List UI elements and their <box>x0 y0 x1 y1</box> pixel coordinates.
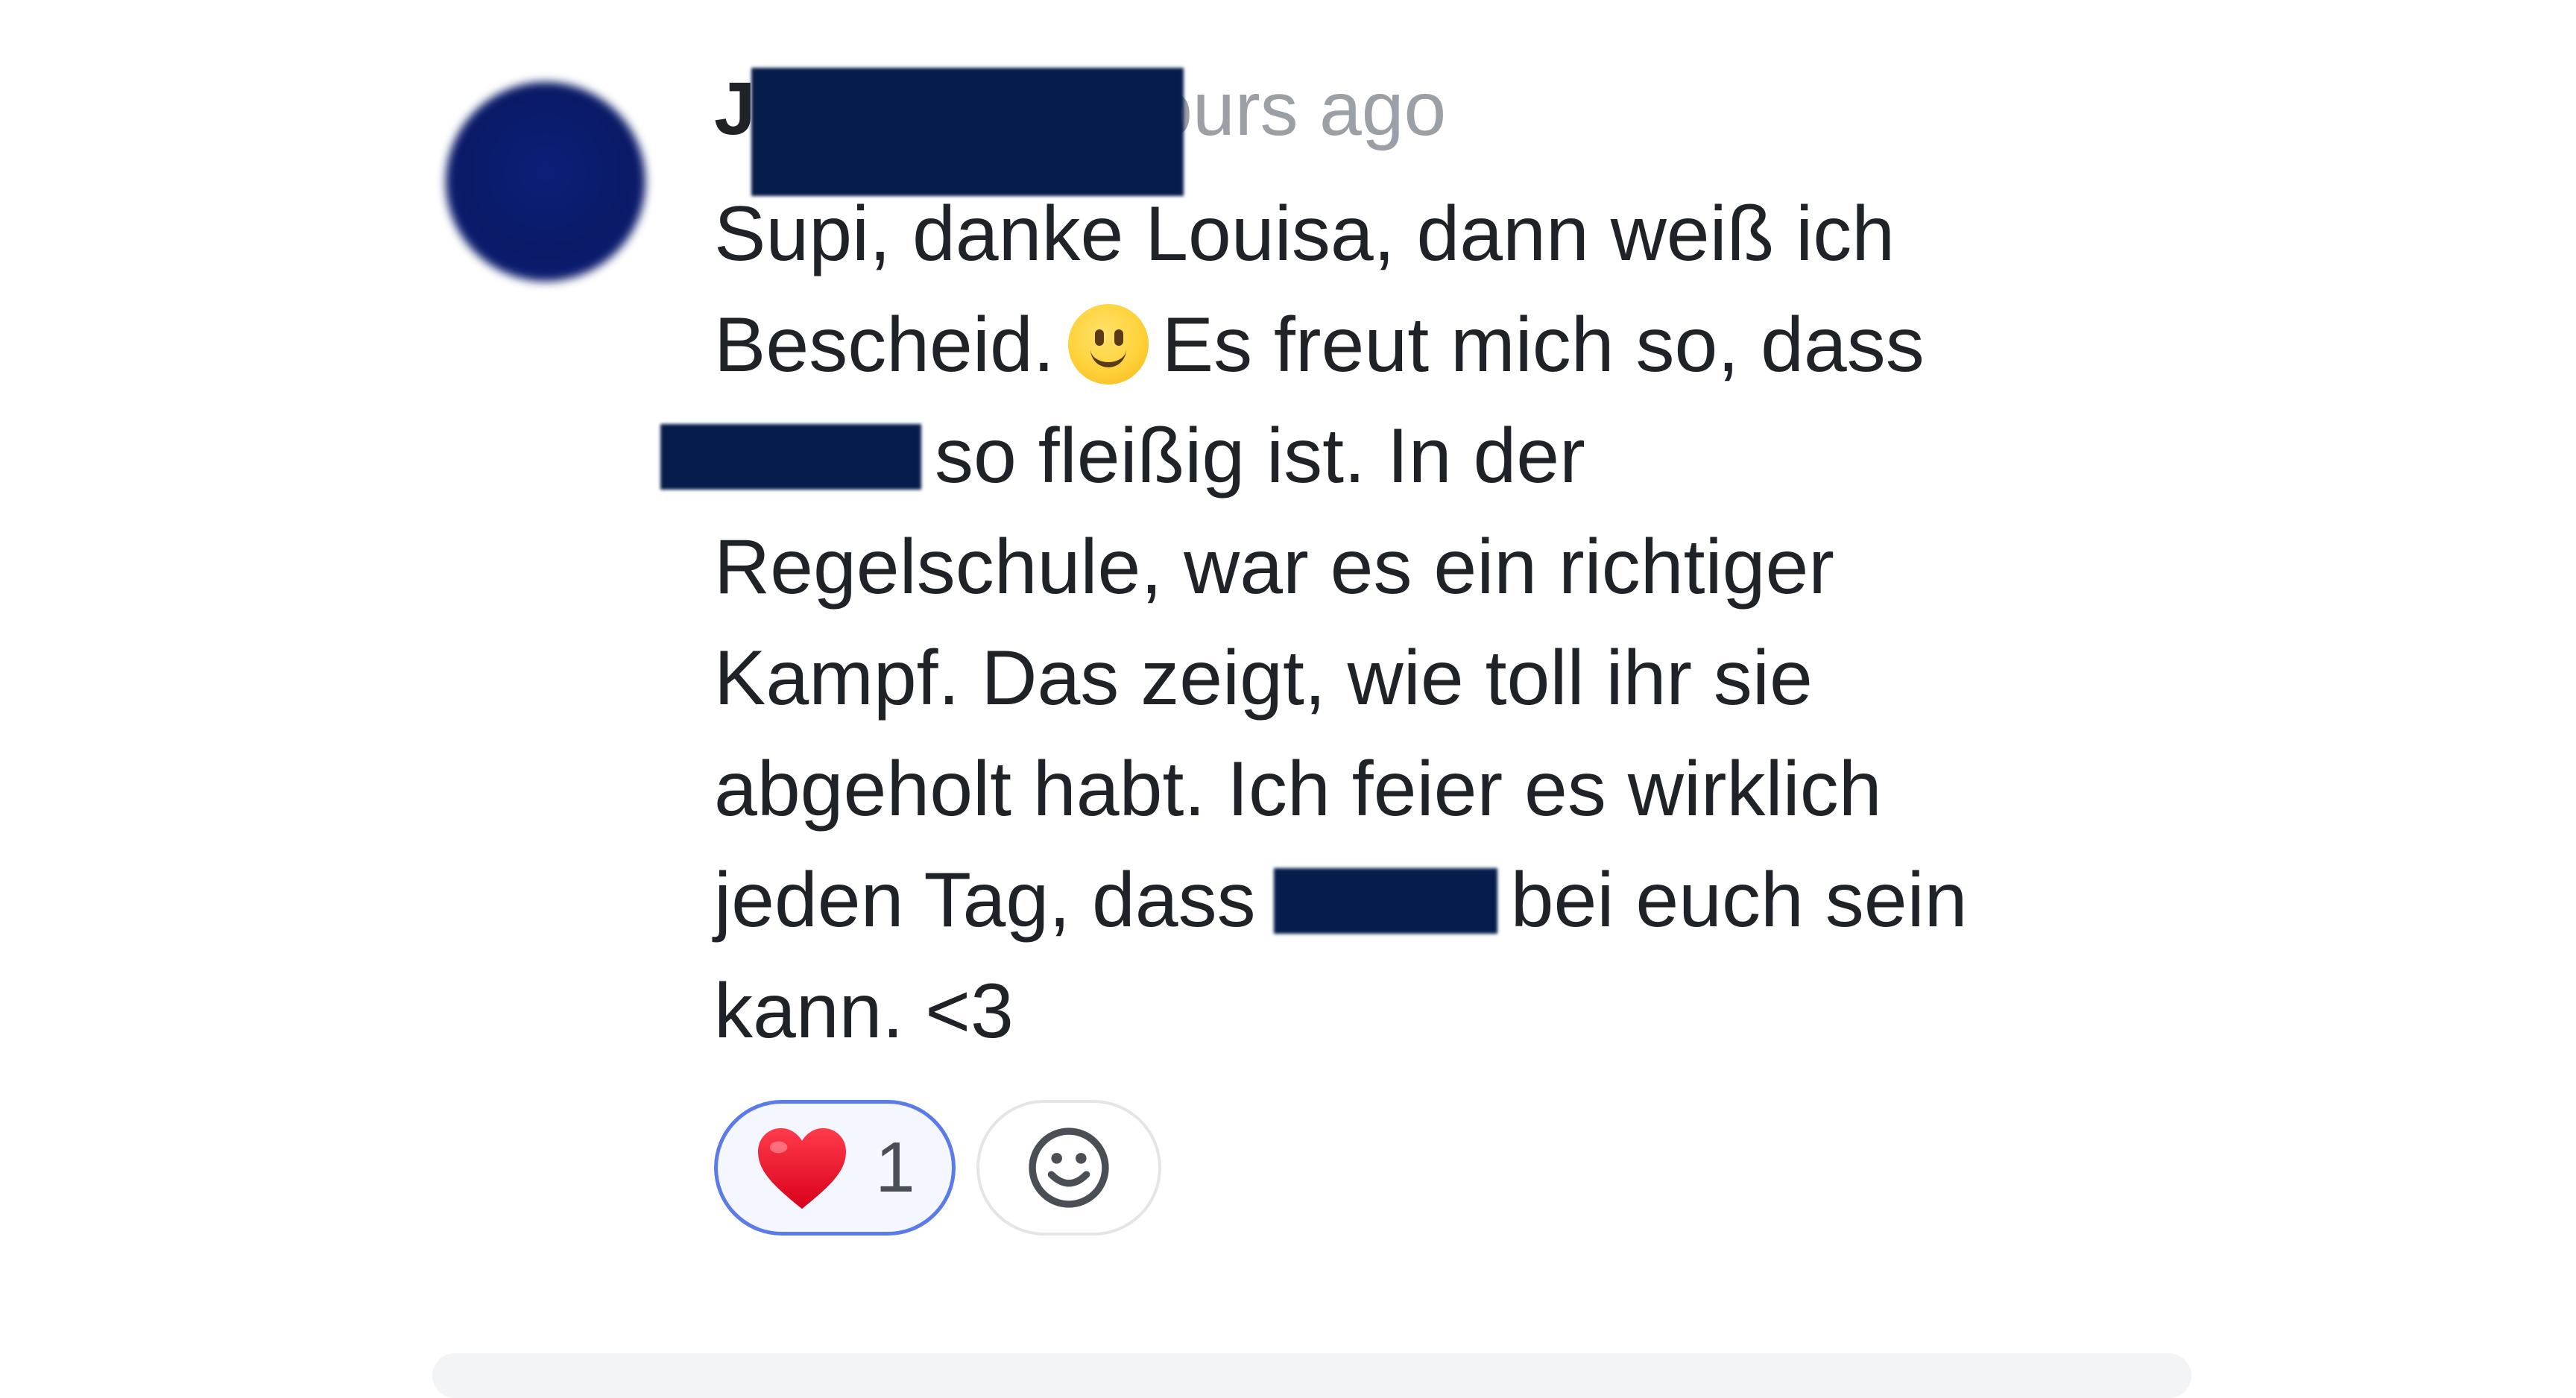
body-line: Regelschule, war es ein richtiger <box>714 524 1834 610</box>
heart-reaction-button[interactable]: 1 <box>714 1100 956 1236</box>
reactions-bar: 1 <box>714 1100 1161 1236</box>
redaction-block <box>660 424 921 490</box>
comment-header: J z 2 hours ago <box>714 64 1446 196</box>
body-line: Bescheid. Es freut mich so, dass <box>714 302 1925 388</box>
body-line: Supi, danke Louisa, dann weiß ich <box>714 191 1895 277</box>
body-line: abgeholt habt. Ich feier es wirklich <box>714 746 1882 832</box>
redaction-block <box>751 67 1184 196</box>
comment-item: J z 2 hours ago Supi, danke Louisa, dann… <box>0 0 2576 1398</box>
comment-body: Supi, danke Louisa, dann weiß ich Besche… <box>660 179 2100 1067</box>
body-line: so fleißig ist. In der <box>660 401 2100 512</box>
body-line: kann. <3 <box>714 968 1014 1054</box>
reaction-count: 1 <box>875 1127 915 1207</box>
avatar[interactable] <box>446 82 645 282</box>
smile-emoji-icon <box>1067 304 1149 385</box>
heart-icon <box>758 1127 847 1209</box>
author-name[interactable]: J z <box>714 66 1184 196</box>
next-comment-card <box>432 1353 2191 1398</box>
add-reaction-button[interactable] <box>976 1100 1161 1236</box>
body-line: Kampf. Das zeigt, wie toll ihr sie <box>714 635 1813 721</box>
body-line: jeden Tag, dass bei euch sein <box>714 857 1968 943</box>
redaction-block <box>1273 868 1497 934</box>
add-reaction-smiley-icon <box>1029 1127 1109 1208</box>
